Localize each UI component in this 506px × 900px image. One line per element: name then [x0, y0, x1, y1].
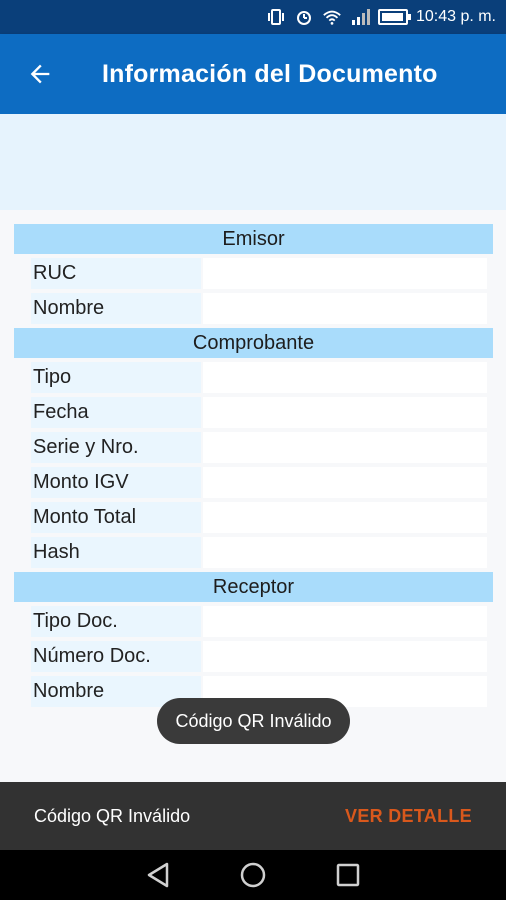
field-label: Nombre	[31, 293, 201, 324]
field-value	[203, 293, 487, 324]
field-value	[203, 397, 487, 428]
nav-back-button[interactable]	[138, 855, 178, 895]
toast-message: Código QR Inválido	[157, 698, 350, 744]
field-value	[203, 432, 487, 463]
field-label: Hash	[31, 537, 201, 568]
field-value	[203, 362, 487, 393]
field-label: Serie y Nro.	[31, 432, 201, 463]
field-row: Hash	[14, 537, 493, 568]
field-label: Fecha	[31, 397, 201, 428]
field-label: Tipo Doc.	[31, 606, 201, 637]
snackbar: Código QR Inválido VER DETALLE	[0, 782, 506, 850]
field-label: Número Doc.	[31, 641, 201, 672]
field-row: Monto Total	[14, 502, 493, 533]
field-row: Monto IGV	[14, 467, 493, 498]
field-row: RUC	[14, 258, 493, 289]
field-row: Fecha	[14, 397, 493, 428]
vibrate-icon	[266, 8, 286, 26]
field-label: RUC	[31, 258, 201, 289]
section-header-comprobante: Comprobante	[14, 328, 493, 358]
app-bar: Información del Documento	[0, 34, 506, 114]
status-bar: 10:43 p. m.	[0, 0, 506, 34]
section-header-receptor: Receptor	[14, 572, 493, 602]
field-row: Serie y Nro.	[14, 432, 493, 463]
square-recents-icon	[337, 863, 360, 887]
view-detail-button[interactable]: VER DETALLE	[345, 806, 472, 827]
nav-home-button[interactable]	[233, 855, 273, 895]
field-value	[203, 258, 487, 289]
field-value	[203, 467, 487, 498]
document-info: Emisor RUC Nombre Comprobante Tipo Fecha…	[14, 224, 493, 711]
circle-home-icon	[240, 862, 266, 888]
field-row: Tipo	[14, 362, 493, 393]
field-row: Tipo Doc.	[14, 606, 493, 637]
field-value	[203, 641, 487, 672]
field-label: Tipo	[31, 362, 201, 393]
nav-recents-button[interactable]	[328, 855, 368, 895]
wifi-icon	[322, 8, 342, 26]
field-value	[203, 606, 487, 637]
back-button[interactable]	[0, 34, 80, 114]
alarm-icon	[294, 8, 314, 26]
triangle-back-icon	[147, 862, 168, 888]
battery-charging-icon	[377, 9, 411, 25]
arrow-back-icon	[30, 64, 50, 84]
info-banner	[0, 114, 506, 210]
field-label: Monto Total	[31, 502, 201, 533]
system-nav-bar	[0, 850, 506, 900]
page-title: Información del Documento	[102, 59, 438, 88]
field-value	[203, 537, 487, 568]
field-row: Número Doc.	[14, 641, 493, 672]
snackbar-message: Código QR Inválido	[34, 805, 191, 826]
section-header-emisor: Emisor	[14, 224, 493, 254]
field-value	[203, 502, 487, 533]
field-row: Nombre	[14, 293, 493, 324]
status-time: 10:43 p. m.	[415, 8, 496, 25]
field-label: Monto IGV	[31, 467, 201, 498]
signal-icon	[350, 8, 370, 26]
